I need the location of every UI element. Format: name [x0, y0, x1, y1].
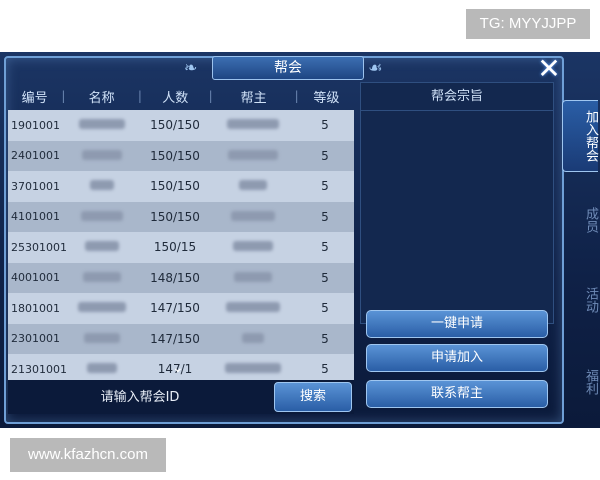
table-header: 编号 | 名称 | 人数 | 帮主 | 等级 [8, 82, 354, 110]
guild-level: 5 [321, 240, 329, 255]
search-bar: 搜索 [8, 380, 354, 414]
guild-leader-blurred [210, 271, 296, 285]
table-row[interactable]: 2401001 150/150 5 [8, 140, 354, 171]
guild-leader-blurred [210, 301, 296, 315]
guild-level: 5 [321, 179, 329, 194]
watermark: www.kfazhcn.com [10, 438, 166, 472]
guild-id: 25301001 [11, 240, 67, 254]
guild-id: 2301001 [11, 332, 60, 346]
tab-events[interactable]: 活动 [562, 270, 598, 330]
guild-name-blurred [64, 362, 140, 376]
column-header-id: 编号 [21, 90, 48, 106]
guild-name-blurred [64, 179, 140, 193]
guild-members: 150/150 [150, 148, 200, 163]
guild-dialog: ❧ 帮会 ☙ ✕ 编号 | 名称 | 人数 | 帮主 | 等级 1901001 … [0, 52, 600, 428]
guild-name-blurred [64, 149, 140, 163]
guild-leader-blurred [210, 118, 296, 132]
chevron-down-icon[interactable]: ⌄ [172, 360, 184, 376]
guild-members: 147/150 [150, 301, 200, 316]
quick-apply-button[interactable]: 一键申请 [366, 310, 548, 338]
tab-welfare[interactable]: 福利 [562, 352, 598, 412]
table-row[interactable]: 2301001 147/150 5 [8, 323, 354, 354]
table-row[interactable]: 3701001 150/150 5 [8, 171, 354, 202]
tab-members[interactable]: 成员 [562, 190, 598, 250]
table-row[interactable]: 4101001 150/150 5 [8, 201, 354, 232]
guild-level: 5 [321, 148, 329, 163]
column-header-members: 人数 [162, 90, 189, 106]
guild-id: 3701001 [11, 179, 60, 193]
guild-level: 5 [321, 118, 329, 133]
guild-members: 150/150 [150, 118, 200, 133]
tab-join-guild[interactable]: 加入帮会 [562, 100, 598, 172]
guild-members: 150/150 [150, 179, 200, 194]
column-header-level: 等级 [313, 90, 340, 106]
search-button[interactable]: 搜索 [274, 382, 352, 412]
table-row[interactable]: 4001001 148/150 5 [8, 262, 354, 293]
guild-id: 1801001 [11, 301, 60, 315]
guild-id: 4001001 [11, 271, 60, 285]
dialog-title: 帮会 [212, 56, 364, 80]
guild-name-blurred [64, 118, 140, 132]
guild-purpose-title: 帮会宗旨 [361, 83, 553, 111]
tg-badge: TG: MYYJJPP [466, 9, 590, 39]
table-row[interactable]: 25301001 150/15 5 [8, 232, 354, 263]
guild-id: 1901001 [11, 118, 60, 132]
contact-leader-button[interactable]: 联系帮主 [366, 380, 548, 408]
guild-name-blurred [64, 210, 140, 224]
column-header-leader: 帮主 [240, 90, 267, 106]
guild-name-blurred [64, 271, 140, 285]
ornament-right-icon: ☙ [368, 58, 383, 77]
table-row[interactable]: 1901001 150/150 5 [8, 110, 354, 141]
guild-leader-blurred [210, 362, 296, 376]
guild-leader-blurred [210, 210, 296, 224]
guild-members: 147/150 [150, 331, 200, 346]
guild-members: 150/15 [153, 240, 197, 255]
guild-leader-blurred [210, 179, 296, 193]
guild-level: 5 [321, 362, 329, 377]
guild-name-blurred [64, 301, 140, 315]
close-icon[interactable]: ✕ [534, 55, 564, 85]
guild-leader-blurred [210, 149, 296, 163]
guild-members: 150/150 [150, 209, 200, 224]
ornament-left-icon: ❧ [184, 58, 198, 77]
guild-id: 21301001 [11, 362, 67, 376]
guild-level: 5 [321, 209, 329, 224]
guild-list[interactable]: 1901001 150/150 5 2401001 150/150 5 3701… [8, 110, 354, 382]
guild-leader-blurred [210, 240, 296, 254]
guild-name-blurred [64, 332, 140, 346]
apply-join-button[interactable]: 申请加入 [366, 344, 548, 372]
guild-members: 148/150 [150, 270, 200, 285]
guild-purpose-panel: 帮会宗旨 [360, 82, 554, 324]
column-header-name: 名称 [88, 90, 115, 106]
guild-level: 5 [321, 270, 329, 285]
table-row[interactable]: 1801001 147/150 5 [8, 293, 354, 324]
guild-id: 4101001 [11, 210, 60, 224]
guild-name-blurred [64, 240, 140, 254]
guild-id-input[interactable] [8, 382, 272, 412]
guild-level: 5 [321, 331, 329, 346]
guild-id: 2401001 [11, 149, 60, 163]
guild-leader-blurred [210, 332, 296, 346]
guild-level: 5 [321, 301, 329, 316]
